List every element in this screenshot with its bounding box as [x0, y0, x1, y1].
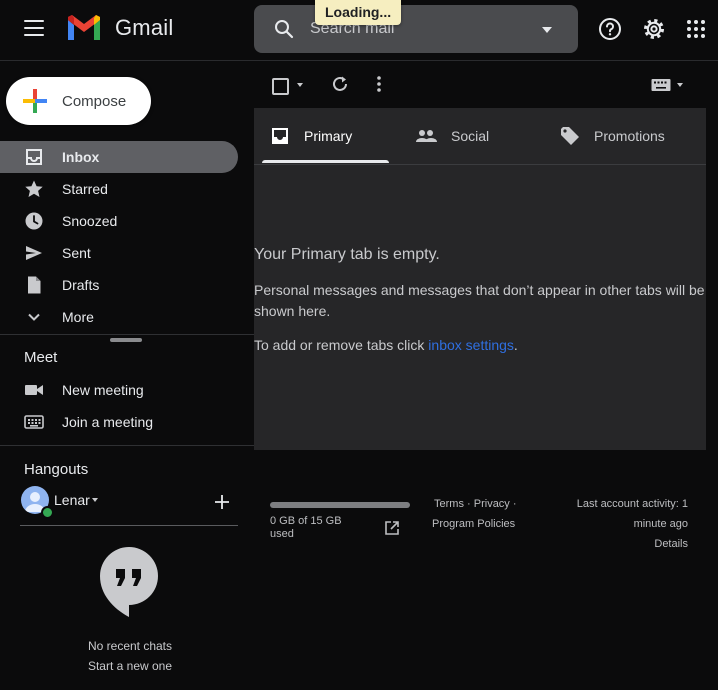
active-tab-indicator: [262, 160, 389, 163]
star-icon: [25, 180, 43, 197]
select-all-checkbox[interactable]: [272, 78, 289, 95]
sidebar-item-starred[interactable]: Starred: [0, 173, 238, 205]
compose-plus-icon: [23, 89, 47, 113]
sidebar-item-label: Inbox: [62, 149, 100, 165]
hangouts-divider: [20, 525, 238, 526]
apps-grid-icon[interactable]: [684, 17, 708, 41]
more-vert-icon[interactable]: [375, 75, 383, 93]
select-options-chevron-icon[interactable]: [297, 83, 303, 87]
draft-icon: [28, 276, 41, 294]
tab-label: Social: [451, 128, 490, 144]
sidebar-item-inbox[interactable]: Inbox: [0, 141, 238, 173]
user-status-dropdown-icon[interactable]: [92, 498, 98, 502]
top-bar: Gmail Loading...: [0, 0, 718, 61]
terms-link[interactable]: Terms: [434, 498, 464, 510]
sidebar-divider: [0, 334, 254, 335]
resize-handle[interactable]: [110, 338, 142, 342]
new-meeting-item[interactable]: New meeting: [0, 374, 238, 406]
sidebar-item-label: Sent: [62, 245, 91, 261]
sidebar-item-drafts[interactable]: Drafts: [0, 269, 238, 301]
empty-state-settings-text: To add or remove tabs click inbox settin…: [254, 337, 518, 353]
category-tabs: Primary Social Promotions: [254, 108, 706, 165]
tab-primary[interactable]: Primary: [270, 108, 352, 164]
sidebar-item-label: More: [62, 309, 94, 325]
new-meeting-label: New meeting: [62, 382, 144, 398]
separator-dot: ·: [512, 498, 517, 510]
open-in-new-icon[interactable]: [384, 520, 400, 536]
people-icon: [416, 130, 437, 142]
storage-usage-bar: [270, 502, 410, 508]
meet-heading: Meet: [24, 349, 58, 366]
last-account-activity-line2: minute ago: [633, 518, 688, 530]
sidebar-item-snoozed[interactable]: Snoozed: [0, 205, 238, 237]
start-new-chat-link[interactable]: Start a new one: [0, 659, 260, 673]
gmail-logo-icon[interactable]: [66, 14, 102, 42]
tag-icon: [561, 127, 579, 145]
sidebar-item-label: Drafts: [62, 277, 100, 293]
separator-dot: ·: [467, 498, 474, 510]
activity-details-link[interactable]: Details: [654, 534, 688, 554]
privacy-link[interactable]: Privacy: [474, 498, 510, 510]
inbox-tab-icon: [272, 128, 288, 144]
sidebar-item-more[interactable]: More: [0, 301, 238, 333]
tab-social[interactable]: Social: [415, 108, 489, 164]
main-menu-icon[interactable]: [24, 20, 44, 36]
storage-usage-text: 0 GB of 15 GB used: [270, 515, 342, 540]
inbox-settings-link[interactable]: inbox settings: [428, 337, 514, 353]
new-conversation-plus-icon[interactable]: [214, 494, 230, 510]
online-status-indicator: [41, 506, 54, 519]
chevron-down-icon: [28, 313, 40, 321]
gmail-wordmark[interactable]: Gmail: [115, 15, 173, 41]
no-recent-chats-text: No recent chats: [87, 639, 173, 653]
footer-legal-links: Terms · Privacy ·: [434, 494, 517, 514]
sidebar-item-label: Starred: [62, 181, 108, 197]
sidebar-divider: [0, 445, 254, 446]
search-bar[interactable]: [254, 5, 578, 53]
compose-button[interactable]: Compose: [6, 77, 151, 125]
clock-icon: [25, 212, 43, 230]
empty-state-title: Your Primary tab is empty.: [254, 246, 440, 263]
empty-state-body: Personal messages and messages that don’…: [254, 282, 705, 319]
input-tools-keyboard-icon[interactable]: [651, 78, 671, 92]
loading-banner: Loading...: [315, 0, 402, 25]
settings-gear-icon[interactable]: [642, 17, 666, 41]
program-policies-link[interactable]: Program Policies: [432, 514, 515, 534]
video-icon: [25, 385, 43, 395]
help-icon[interactable]: [598, 17, 622, 41]
hangouts-heading: Hangouts: [24, 461, 89, 478]
keyboard-icon: [24, 415, 44, 429]
sidebar-item-label: Snoozed: [62, 213, 118, 229]
search-options-icon[interactable]: [542, 27, 552, 33]
send-icon: [26, 246, 42, 260]
inbox-icon: [26, 149, 42, 165]
refresh-icon[interactable]: [331, 75, 349, 93]
tab-promotions[interactable]: Promotions: [560, 108, 665, 164]
hangouts-quote-icon: [100, 547, 158, 617]
hangouts-user-name[interactable]: Lenar: [54, 492, 90, 508]
last-account-activity-line1: Last account activity: 1: [576, 498, 688, 510]
settings-prefix: To add or remove tabs click: [254, 337, 429, 353]
search-icon[interactable]: [274, 19, 294, 39]
tab-label: Promotions: [594, 128, 665, 144]
tab-label: Primary: [304, 128, 353, 144]
sidebar-item-sent[interactable]: Sent: [0, 237, 238, 269]
join-meeting-label: Join a meeting: [62, 414, 154, 430]
input-tools-chevron-icon[interactable]: [677, 83, 683, 87]
settings-suffix: .: [513, 337, 518, 353]
compose-label: Compose: [62, 92, 127, 110]
join-meeting-item[interactable]: Join a meeting: [0, 406, 238, 438]
